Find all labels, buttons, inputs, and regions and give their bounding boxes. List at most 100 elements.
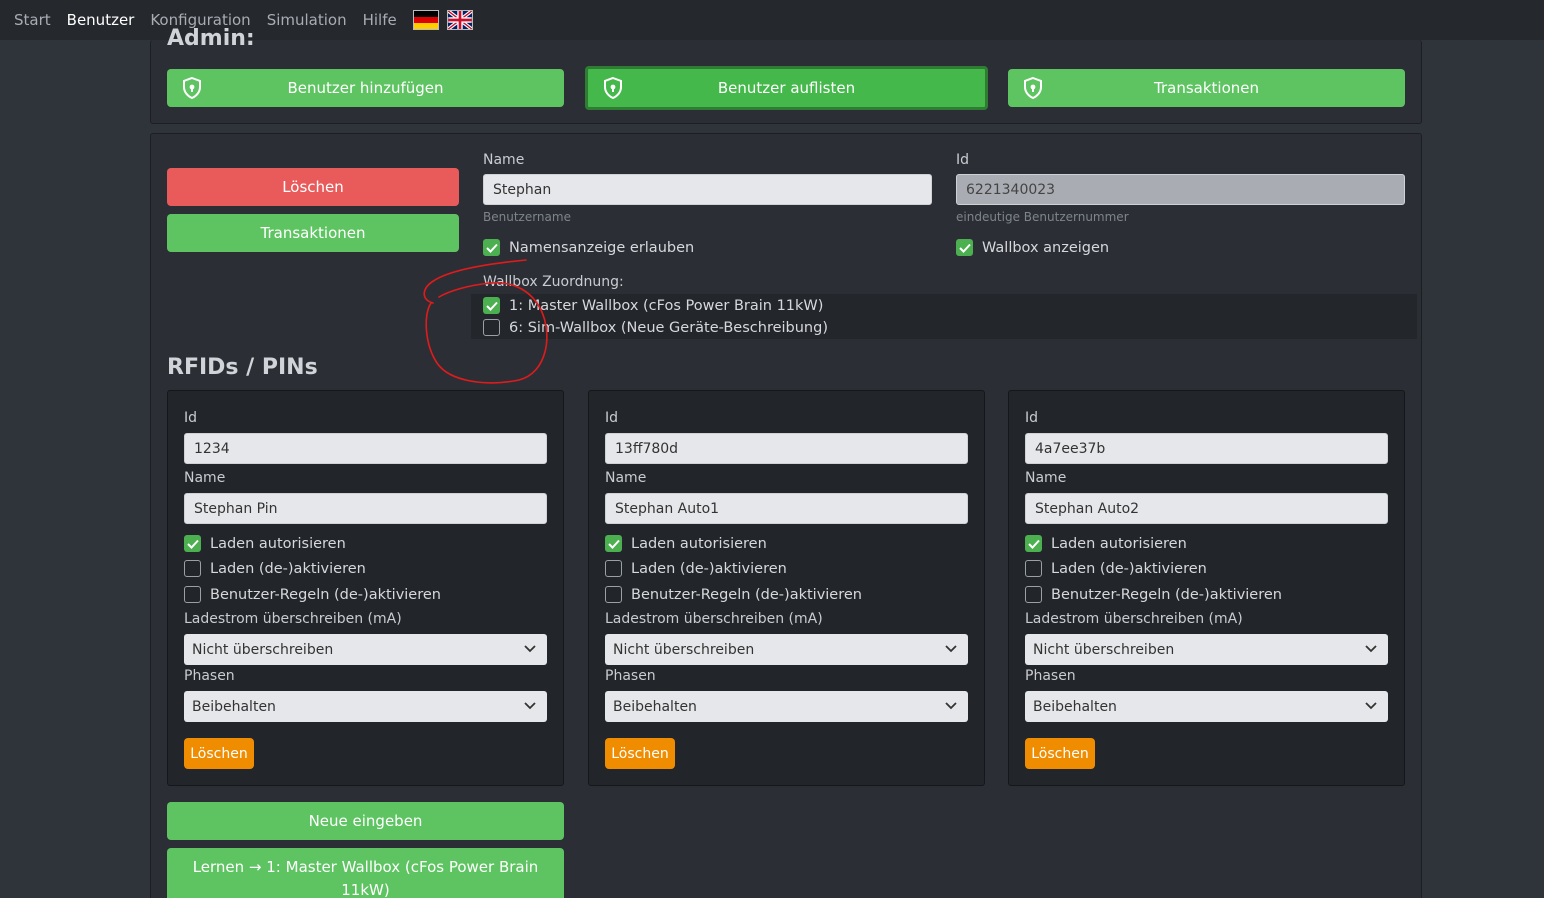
shield-icon (183, 76, 201, 100)
learn-label-line2: 11kW) (341, 881, 390, 898)
shield-icon (1024, 76, 1042, 100)
phases-value: Beibehalten (613, 698, 697, 715)
rfid-name-label: Name (184, 470, 226, 486)
checkbox-unchecked-icon (184, 586, 201, 603)
add-user-label: Benutzer hinzufügen (287, 79, 444, 97)
phases-select[interactable]: Beibehalten (605, 691, 968, 722)
phases-label: Phasen (605, 668, 656, 684)
toggle-rules-checkbox[interactable]: Benutzer-Regeln (de-)aktivieren (1025, 586, 1282, 603)
toggle-charging-checkbox[interactable]: Laden (de-)aktivieren (184, 560, 366, 577)
nav-benutzer[interactable]: Benutzer (67, 11, 135, 29)
authorize-charging-checkbox[interactable]: Laden autorisieren (605, 535, 767, 552)
delete-user-button[interactable]: Löschen (167, 168, 459, 206)
rfid-delete-button[interactable]: Löschen (1025, 738, 1095, 769)
rfid-name-label: Name (605, 470, 647, 486)
phases-label: Phasen (184, 668, 235, 684)
user-transactions-button[interactable]: Transaktionen (167, 214, 459, 252)
phases-select[interactable]: Beibehalten (1025, 691, 1388, 722)
id-label: Id (956, 152, 970, 168)
rfid-delete-button[interactable]: Löschen (184, 738, 254, 769)
checkbox-unchecked-icon (184, 560, 201, 577)
nav-hilfe[interactable]: Hilfe (363, 11, 397, 29)
current-override-value: Nicht überschreiben (192, 641, 334, 658)
authorize-charging-label: Laden autorisieren (210, 535, 346, 552)
phases-value: Beibehalten (1033, 698, 1117, 715)
chevron-down-icon (1365, 645, 1377, 653)
checkbox-unchecked-icon (1025, 560, 1042, 577)
rfid-name-input[interactable]: Stephan Pin (184, 493, 547, 524)
checkbox-checked-icon (605, 535, 622, 552)
list-users-button[interactable]: Benutzer auflisten (585, 66, 988, 110)
rfid-name-input[interactable]: Stephan Auto1 (605, 493, 968, 524)
toggle-charging-checkbox[interactable]: Laden (de-)aktivieren (1025, 560, 1207, 577)
new-entry-button[interactable]: Neue eingeben (167, 802, 564, 840)
rfid-id-label: Id (605, 410, 619, 426)
current-override-value: Nicht überschreiben (613, 641, 755, 658)
chevron-down-icon (945, 645, 957, 653)
checkbox-checked-icon (184, 535, 201, 552)
nav-start[interactable]: Start (14, 11, 51, 29)
phases-value: Beibehalten (192, 698, 276, 715)
rfid-name-label: Name (1025, 470, 1067, 486)
authorize-charging-checkbox[interactable]: Laden autorisieren (1025, 535, 1187, 552)
add-user-button[interactable]: Benutzer hinzufügen (167, 69, 564, 107)
toggle-charging-label: Laden (de-)aktivieren (1051, 560, 1207, 577)
nav-simulation[interactable]: Simulation (267, 11, 347, 29)
current-override-value: Nicht überschreiben (1033, 641, 1175, 658)
list-users-label: Benutzer auflisten (717, 79, 856, 97)
learn-button[interactable]: Lernen → 1: Master Wallbox (cFos Power B… (167, 848, 564, 898)
admin-transactions-label: Transaktionen (1154, 79, 1259, 97)
red-circle-annotation (423, 259, 548, 384)
rfids-heading: RFIDs / PINs (167, 355, 318, 380)
rfid-id-input[interactable]: 4a7ee37b (1025, 433, 1388, 464)
checkbox-unchecked-icon (605, 560, 622, 577)
admin-transactions-button[interactable]: Transaktionen (1008, 69, 1405, 107)
uk-flag-icon[interactable] (446, 10, 473, 30)
current-override-select[interactable]: Nicht überschreiben (1025, 634, 1388, 665)
authorize-charging-checkbox[interactable]: Laden autorisieren (184, 535, 346, 552)
name-input[interactable]: Stephan (483, 174, 932, 205)
phases-select[interactable]: Beibehalten (184, 691, 547, 722)
current-override-select[interactable]: Nicht überschreiben (605, 634, 968, 665)
rfid-id-input[interactable]: 1234 (184, 433, 547, 464)
chevron-down-icon (524, 645, 536, 653)
allow-name-display-label: Namensanzeige erlauben (509, 239, 695, 256)
chevron-down-icon (1365, 702, 1377, 710)
rfid-id-label: Id (184, 410, 198, 426)
rfid-delete-button[interactable]: Löschen (605, 738, 675, 769)
rfid-id-input[interactable]: 13ff780d (605, 433, 968, 464)
checkbox-checked-icon (956, 239, 973, 256)
current-override-select[interactable]: Nicht überschreiben (184, 634, 547, 665)
toggle-charging-label: Laden (de-)aktivieren (210, 560, 366, 577)
german-flag-icon[interactable] (412, 10, 439, 30)
current-override-label: Ladestrom überschreiben (mA) (1025, 611, 1243, 627)
show-wallbox-checkbox[interactable]: Wallbox anzeigen (956, 239, 1109, 256)
authorize-charging-label: Laden autorisieren (1051, 535, 1187, 552)
id-input: 6221340023 (956, 174, 1405, 205)
toggle-rules-checkbox[interactable]: Benutzer-Regeln (de-)aktivieren (184, 586, 441, 603)
checkbox-unchecked-icon (1025, 586, 1042, 603)
rfid-name-input[interactable]: Stephan Auto2 (1025, 493, 1388, 524)
chevron-down-icon (524, 702, 536, 710)
allow-name-display-checkbox[interactable]: Namensanzeige erlauben (483, 239, 694, 256)
toggle-charging-label: Laden (de-)aktivieren (631, 560, 787, 577)
rfid-id-label: Id (1025, 410, 1039, 426)
name-label: Name (483, 152, 525, 168)
checkbox-unchecked-icon (605, 586, 622, 603)
learn-label-line1: Lernen → 1: Master Wallbox (cFos Power B… (192, 858, 539, 876)
current-override-label: Ladestrom überschreiben (mA) (605, 611, 823, 627)
phases-label: Phasen (1025, 668, 1076, 684)
toggle-rules-label: Benutzer-Regeln (de-)aktivieren (631, 586, 862, 603)
shield-icon (604, 76, 622, 100)
checkbox-checked-icon (1025, 535, 1042, 552)
current-override-label: Ladestrom überschreiben (mA) (184, 611, 402, 627)
checkbox-checked-icon (483, 239, 500, 256)
id-hint: eindeutige Benutzernummer (956, 210, 1129, 224)
toggle-charging-checkbox[interactable]: Laden (de-)aktivieren (605, 560, 787, 577)
chevron-down-icon (945, 702, 957, 710)
toggle-rules-checkbox[interactable]: Benutzer-Regeln (de-)aktivieren (605, 586, 862, 603)
toggle-rules-label: Benutzer-Regeln (de-)aktivieren (1051, 586, 1282, 603)
name-hint: Benutzername (483, 210, 571, 224)
show-wallbox-label: Wallbox anzeigen (982, 239, 1110, 256)
toggle-rules-label: Benutzer-Regeln (de-)aktivieren (210, 586, 441, 603)
